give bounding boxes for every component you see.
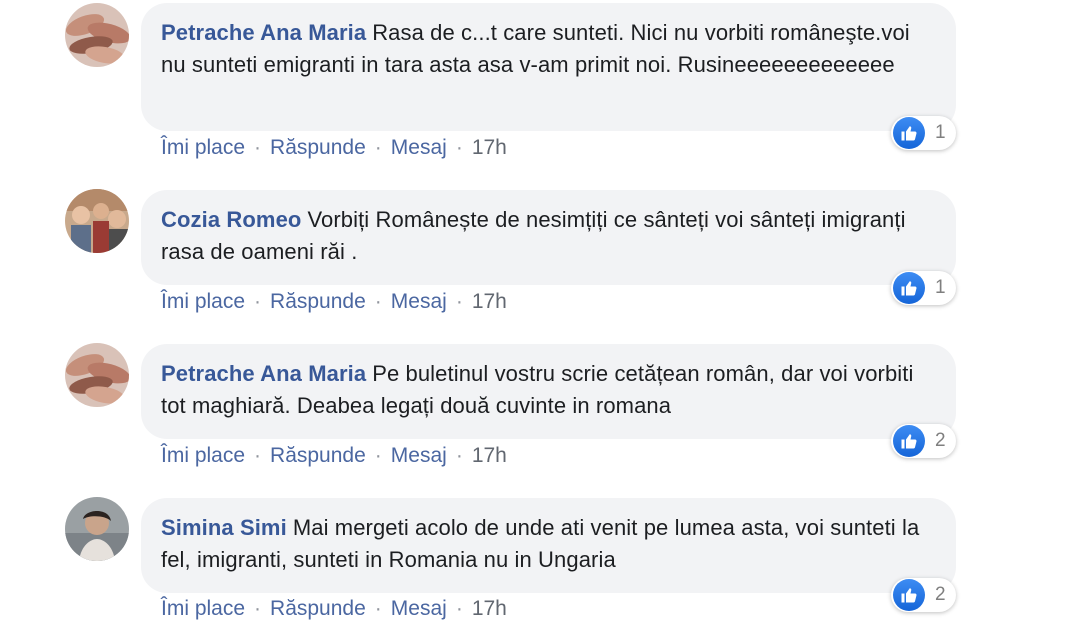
reaction-badge[interactable]: 1: [891, 116, 956, 150]
reply-link[interactable]: Răspunde: [270, 444, 366, 467]
like-link[interactable]: Îmi place: [161, 444, 245, 467]
comment-bubble: Petrache Ana Maria Rasa de c...t care sun…: [141, 3, 956, 131]
hands-avatar-icon: [65, 3, 129, 67]
avatar[interactable]: [65, 343, 129, 407]
timestamp[interactable]: 17h: [472, 290, 507, 313]
comment-bubble: Petrache Ana Maria Pe buletinul vostru sc…: [141, 344, 956, 439]
like-icon: [893, 425, 925, 457]
group-photo-avatar-icon: [65, 189, 129, 253]
reaction-badge[interactable]: 2: [891, 578, 956, 612]
avatar[interactable]: [65, 3, 129, 67]
reply-link[interactable]: Răspunde: [270, 136, 366, 159]
comment-author[interactable]: Simina Simi: [161, 515, 287, 540]
message-link[interactable]: Mesaj: [391, 290, 447, 313]
comment-author[interactable]: Cozia Romeo: [161, 207, 301, 232]
comment-bubble: Cozia Romeo Vorbiți Românește de nesimțiț…: [141, 190, 956, 285]
like-icon: [893, 272, 925, 304]
message-link[interactable]: Mesaj: [391, 597, 447, 620]
message-link[interactable]: Mesaj: [391, 136, 447, 159]
comment-actions: Îmi place · Răspunde · Mesaj · 17h: [161, 290, 507, 313]
reaction-count: 1: [935, 122, 946, 143]
timestamp[interactable]: 17h: [472, 136, 507, 159]
like-link[interactable]: Îmi place: [161, 136, 245, 159]
comment-actions: Îmi place · Răspunde · Mesaj · 17h: [161, 597, 507, 620]
comment-actions: Îmi place · Răspunde · Mesaj · 17h: [161, 136, 507, 159]
like-link[interactable]: Îmi place: [161, 597, 245, 620]
comment-bubble: Simina Simi Mai mergeti acolo de unde ati…: [141, 498, 956, 593]
like-icon: [893, 579, 925, 611]
reply-link[interactable]: Răspunde: [270, 290, 366, 313]
hands-avatar-icon: [65, 343, 129, 407]
reaction-badge[interactable]: 2: [891, 424, 956, 458]
avatar[interactable]: [65, 189, 129, 253]
reaction-badge[interactable]: 1: [891, 271, 956, 305]
comment-actions: Îmi place · Răspunde · Mesaj · 17h: [161, 444, 507, 467]
reply-link[interactable]: Răspunde: [270, 597, 366, 620]
message-link[interactable]: Mesaj: [391, 444, 447, 467]
reaction-count: 2: [935, 584, 946, 605]
timestamp[interactable]: 17h: [472, 444, 507, 467]
person-avatar-icon: [65, 497, 129, 561]
timestamp[interactable]: 17h: [472, 597, 507, 620]
like-link[interactable]: Îmi place: [161, 290, 245, 313]
avatar[interactable]: [65, 497, 129, 561]
comment-author[interactable]: Petrache Ana Maria: [161, 361, 366, 386]
like-icon: [893, 117, 925, 149]
reaction-count: 2: [935, 430, 946, 451]
comment-author[interactable]: Petrache Ana Maria: [161, 20, 366, 45]
reaction-count: 1: [935, 277, 946, 298]
